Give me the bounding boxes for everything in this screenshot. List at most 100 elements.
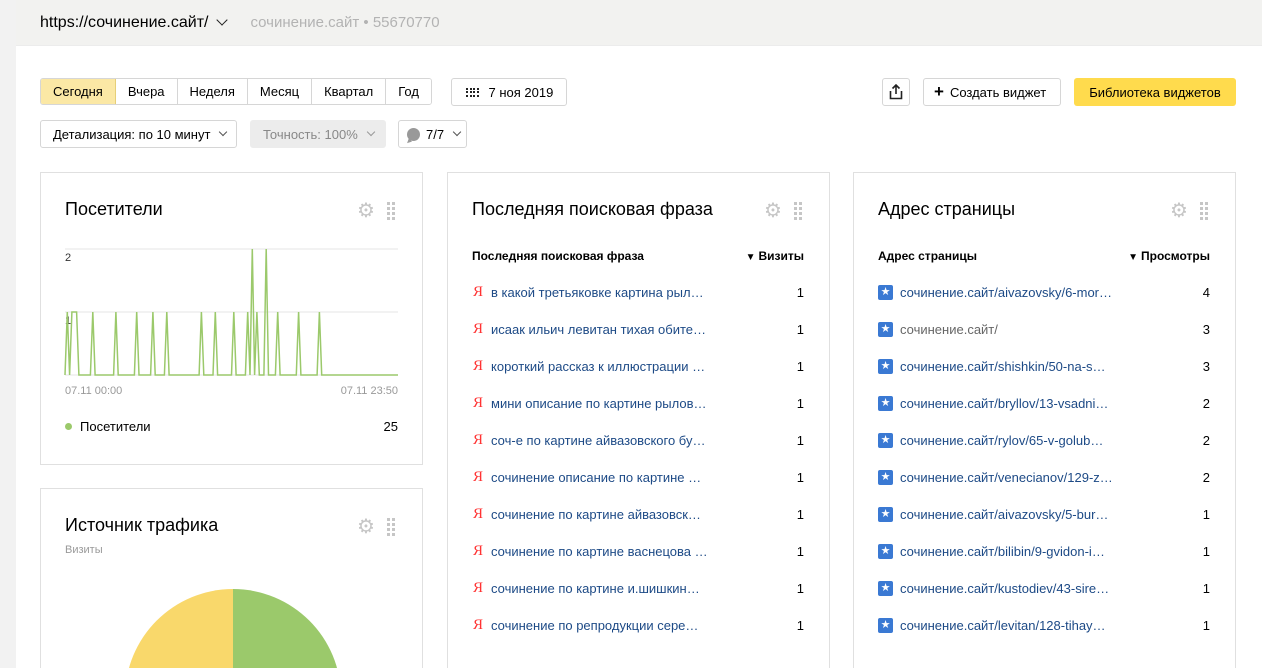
plus-icon: + [934, 82, 944, 101]
search-phrase-link[interactable]: Якороткий рассказ к иллюстрации … [472, 358, 705, 375]
period-button[interactable]: Квартал [312, 79, 387, 104]
accuracy-dropdown[interactable]: Точность: 100% [250, 120, 386, 148]
period-button[interactable]: Сегодня [41, 79, 116, 104]
period-button[interactable]: Месяц [247, 79, 313, 104]
row-value: 1 [796, 395, 804, 411]
accuracy-label: Точность: 100% [263, 126, 358, 142]
table-row: Якороткий рассказ к иллюстрации … 1 [472, 357, 804, 375]
column-visits[interactable]: ▼ Визиты [746, 249, 804, 263]
gear-icon[interactable]: ⚙ [357, 517, 375, 537]
table-row: ★ сочинение.сайт/kustodiev/43-sire… 1 [878, 579, 1210, 597]
period-button[interactable]: Неделя [177, 79, 248, 104]
search-phrase-widget: Последняя поисковая фраза ⚙ Последняя по… [447, 172, 830, 668]
search-phrase-link[interactable]: Ямини описание по картине рылов… [472, 395, 707, 412]
search-phrase-link[interactable]: Ясочинение описание по картине … [472, 469, 701, 486]
detail-dropdown[interactable]: Детализация: по 10 минут [40, 120, 237, 148]
yandex-icon: Я [472, 320, 483, 337]
row-value: 1 [796, 543, 804, 559]
table-row: ★ сочинение.сайт/aivazovsky/6-mor… 4 [878, 283, 1210, 301]
search-phrase-link[interactable]: Ясочинение по картине васнецова … [472, 543, 708, 560]
column-page: Адрес страницы [878, 249, 977, 263]
star-icon: ★ [878, 580, 893, 596]
export-button[interactable] [882, 78, 910, 106]
drag-handle-icon[interactable] [1199, 202, 1208, 220]
legend-label: Посетители [80, 419, 151, 434]
page-link[interactable]: ★ сочинение.сайт/venecianov/129-z… [878, 469, 1113, 485]
date-picker-button[interactable]: 7 ноя 2019 [451, 78, 567, 106]
segments-dropdown[interactable]: 7/7 [398, 120, 467, 148]
row-value: 3 [1202, 358, 1210, 374]
row-label: сочинение по картине айвазовск… [491, 506, 701, 522]
chevron-down-icon [452, 127, 462, 137]
page-link[interactable]: ★ сочинение.сайт/bryllov/13-vsadni… [878, 395, 1109, 411]
search-phrase-link[interactable]: Ясочинение по репродукции сере… [472, 617, 698, 634]
widget-tools: ⚙ [357, 201, 395, 221]
row-label: сочинение по картине и.шишкин… [491, 580, 700, 596]
site-selector[interactable]: https://сочинение.сайт/ [40, 14, 229, 32]
table-row: ★ сочинение.сайт/venecianov/129-z… 2 [878, 468, 1210, 486]
pie-slice-2 [233, 589, 337, 668]
drag-handle-icon[interactable] [386, 518, 395, 536]
period-button[interactable]: Год [386, 79, 431, 104]
star-icon: ★ [878, 617, 893, 633]
row-value: 1 [1202, 617, 1210, 633]
gear-icon[interactable]: ⚙ [1170, 201, 1188, 221]
search-phrase-link[interactable]: Яисаак ильич левитан тихая обите… [472, 321, 706, 338]
yandex-icon: Я [472, 616, 483, 633]
row-value: 1 [796, 580, 804, 596]
table-row: ★ сочинение.сайт/3 [878, 320, 1210, 338]
page-link[interactable]: ★ сочинение.сайт/rylov/65-v-golub… [878, 432, 1103, 448]
toolbar: Сегодня Вчера Неделя Месяц Квартал Год 7 ноя … [40, 78, 1262, 106]
page-link[interactable]: ★ сочинение.сайт/aivazovsky/6-mor… [878, 284, 1113, 300]
widget-title: Адрес страницы [878, 199, 1016, 219]
widget-library-button[interactable]: Библиотека виджетов [1074, 78, 1236, 106]
drag-handle-icon[interactable] [793, 202, 802, 220]
row-value: 2 [1202, 395, 1210, 411]
page-link[interactable]: ★ сочинение.сайт/bilibin/9-gvidon-i… [878, 543, 1105, 559]
yandex-icon: Я [472, 431, 483, 448]
table-row: ★ сочинение.сайт/shishkin/50-na-s… 3 [878, 357, 1210, 375]
window-edge [0, 0, 16, 668]
row-label: в какой третьяковке картина рыл… [491, 284, 704, 300]
search-phrase-link[interactable]: Ясочинение по картине и.шишкин… [472, 580, 700, 597]
table-header: Адрес страницы ▼ Просмотры [878, 249, 1210, 263]
table-row: Ямини описание по картине рылов… 1 [472, 394, 804, 412]
row-label: сочинение.сайт/bryllov/13-vsadni… [900, 395, 1109, 411]
drag-handle-icon[interactable] [386, 202, 395, 220]
gear-icon[interactable]: ⚙ [357, 201, 375, 221]
yandex-icon: Я [472, 505, 483, 522]
page-link[interactable]: ★ сочинение.сайт/ [878, 321, 998, 337]
search-phrase-link[interactable]: Ясочинение по картине айвазовск… [472, 506, 701, 523]
detail-label: Детализация: по 10 минут [53, 126, 211, 142]
star-icon: ★ [878, 395, 893, 411]
search-phrase-link[interactable]: Яв какой третьяковке картина рыл… [472, 284, 704, 301]
row-label: сочинение.сайт/aivazovsky/6-mor… [900, 284, 1113, 300]
row-value: 2 [1202, 432, 1210, 448]
table-row: Ясочинение по репродукции сере… 1 [472, 616, 804, 634]
page-link[interactable]: ★ сочинение.сайт/aivazovsky/5-bur… [878, 506, 1108, 522]
period-button[interactable]: Вчера [115, 79, 178, 104]
row-label: сочинение.сайт/venecianov/129-z… [900, 469, 1113, 485]
search-phrase-link[interactable]: Ясоч-е по картине айвазовского бу… [472, 432, 705, 449]
star-icon: ★ [878, 321, 893, 337]
star-icon: ★ [878, 469, 893, 485]
legend-total: 25 [383, 419, 398, 434]
page-link[interactable]: ★ сочинение.сайт/kustodiev/43-sire… [878, 580, 1110, 596]
create-widget-button[interactable]: + Создать виджет [923, 78, 1061, 106]
page-link[interactable]: ★ сочинение.сайт/levitan/128-tihay… [878, 617, 1106, 633]
comment-icon [407, 127, 420, 141]
table-row: ★ сочинение.сайт/levitan/128-tihay… 1 [878, 616, 1210, 634]
table-row: ★ сочинение.сайт/aivazovsky/5-bur… 1 [878, 505, 1210, 523]
row-label: сочинение.сайт/ [900, 321, 998, 337]
page-link[interactable]: ★ сочинение.сайт/shishkin/50-na-s… [878, 358, 1106, 374]
table-row: ★ сочинение.сайт/rylov/65-v-golub… 2 [878, 431, 1210, 449]
widget-title: Посетители [65, 199, 163, 219]
star-icon: ★ [878, 358, 893, 374]
row-value: 1 [1202, 506, 1210, 522]
gear-icon[interactable]: ⚙ [764, 201, 782, 221]
row-value: 1 [796, 321, 804, 337]
column-views[interactable]: ▼ Просмотры [1128, 249, 1210, 263]
row-label: сочинение.сайт/kustodiev/43-sire… [900, 580, 1110, 596]
row-label: сочинение по репродукции сере… [491, 617, 699, 633]
row-value: 2 [1202, 469, 1210, 485]
